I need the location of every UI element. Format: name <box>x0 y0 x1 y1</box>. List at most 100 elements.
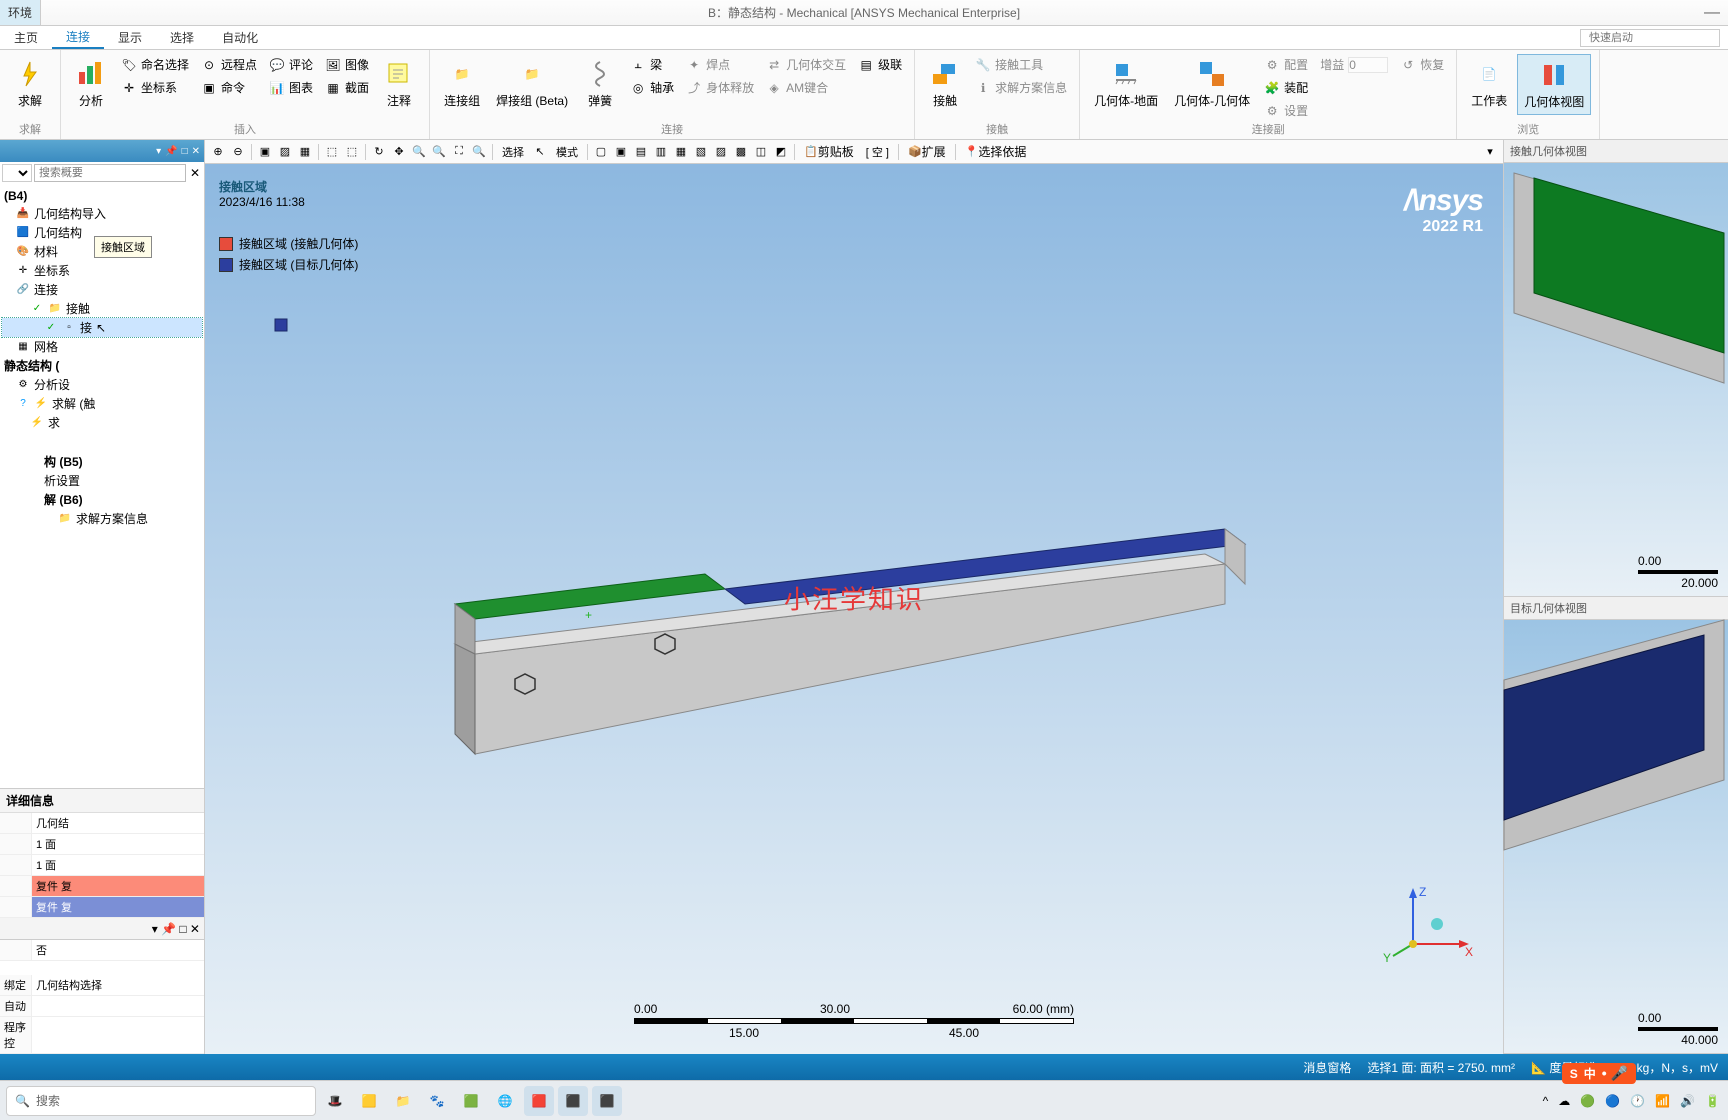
minimize-icon[interactable]: — <box>1704 4 1720 22</box>
section-button[interactable]: ▦截面 <box>321 77 373 98</box>
zoom-icon[interactable]: 🔍 <box>430 143 448 161</box>
task-app[interactable]: 📁 <box>388 1086 418 1116</box>
comment-button[interactable]: 💬评论 <box>265 54 317 75</box>
tree-root[interactable]: (B4) <box>2 188 202 204</box>
analyze-button[interactable]: 分析 <box>69 54 113 113</box>
taskbar-search[interactable]: 🔍搜索 <box>6 1086 316 1116</box>
tray-icon[interactable]: ☁ <box>1558 1094 1570 1108</box>
tool-btn[interactable]: ⊕ <box>209 143 227 161</box>
sel-basis-label[interactable]: 📍 选择依据 <box>960 143 1032 161</box>
tree-mesh[interactable]: ▦网格 <box>2 337 202 356</box>
cmd-button[interactable]: ▣命令 <box>197 77 261 98</box>
box-icon[interactable]: ▢ <box>592 143 610 161</box>
box-icon[interactable]: ▨ <box>712 143 730 161</box>
tray-icon[interactable]: 🔋 <box>1705 1094 1720 1108</box>
tab-connect[interactable]: 连接 <box>52 26 104 49</box>
tool-btn[interactable]: ⊖ <box>229 143 247 161</box>
tab-select[interactable]: 选择 <box>156 26 208 49</box>
outline-tree[interactable]: (B4) 📥几何结构导入 🟦几何结构 🎨材料 ✛坐标系 🔗连接 ✓📁接触 ✓▫接… <box>0 184 204 788</box>
worksheet-button[interactable]: 📄工作表 <box>1465 54 1513 113</box>
box-icon[interactable]: ◫ <box>752 143 770 161</box>
task-sw[interactable]: 🟥 <box>524 1086 554 1116</box>
task-app[interactable]: 🐾 <box>422 1086 452 1116</box>
task-edge[interactable]: 🌐 <box>490 1086 520 1116</box>
tool-btn[interactable]: ⬚ <box>323 143 341 161</box>
rotate-icon[interactable]: ↻ <box>370 143 388 161</box>
box-icon[interactable]: ▤ <box>632 143 650 161</box>
name-sel-button[interactable]: 🏷命名选择 <box>117 54 193 75</box>
search-input[interactable] <box>34 164 186 182</box>
detail-face2[interactable]: 1 面 <box>32 855 204 875</box>
detail-face1[interactable]: 1 面 <box>32 834 204 854</box>
solve-button[interactable]: 求解 <box>8 54 52 113</box>
tree-analysis[interactable]: ⚙分析设 <box>2 375 202 394</box>
cursor-icon[interactable]: ↖ <box>531 143 549 161</box>
annotate-button[interactable]: 注释 <box>377 54 421 113</box>
tray-icon[interactable]: 🔵 <box>1605 1094 1620 1108</box>
search-filter[interactable] <box>2 164 32 182</box>
close-icon[interactable]: ✕ <box>192 146 200 157</box>
beam-button[interactable]: ⫠梁 <box>626 54 678 75</box>
expand-label[interactable]: 📦 扩展 <box>903 143 951 161</box>
status-msg[interactable]: 消息窗格 <box>1303 1059 1351 1076</box>
tree-struct5[interactable]: 构 (B5) <box>2 452 202 471</box>
pin-icon[interactable]: 📌 <box>165 146 177 157</box>
detail-geo-sel[interactable]: 几何结构选择 <box>32 975 204 995</box>
tree-contact[interactable]: ✓📁接触 <box>2 299 202 318</box>
tree-conn[interactable]: 🔗连接 <box>2 280 202 299</box>
tray-icon[interactable]: ^ <box>1543 1094 1549 1108</box>
axis-triad[interactable]: Z X Y <box>1383 884 1473 964</box>
coord-sys-button[interactable]: ✛坐标系 <box>117 77 193 98</box>
weld-group-button[interactable]: 📁焊接组 (Beta) <box>490 54 574 113</box>
tray-icon[interactable]: 🔊 <box>1680 1094 1695 1108</box>
tree-cs[interactable]: ✛坐标系 <box>2 261 202 280</box>
quick-launch-input[interactable] <box>1580 29 1720 47</box>
select-label[interactable]: 选择 <box>497 143 529 161</box>
tree-static[interactable]: 静态结构 ( <box>2 356 202 375</box>
tab-main[interactable]: 主页 <box>0 26 52 49</box>
box-icon[interactable]: ▧ <box>692 143 710 161</box>
tab-show[interactable]: 显示 <box>104 26 156 49</box>
cube-icon[interactable]: ▦ <box>296 143 314 161</box>
tree-geo-import[interactable]: 📥几何结构导入 <box>2 204 202 223</box>
box-icon[interactable]: ◩ <box>772 143 790 161</box>
grade-button[interactable]: ▤级联 <box>854 54 906 75</box>
cube-icon[interactable]: ▣ <box>256 143 274 161</box>
dropdown-icon[interactable]: ▾ 📌 □ ✕ <box>152 922 200 936</box>
task-app[interactable]: 🎩 <box>320 1086 350 1116</box>
tree-sol-info[interactable]: 📁求解方案信息 <box>2 509 202 528</box>
tree-analysis2[interactable]: 析设置 <box>2 471 202 490</box>
contact-view[interactable]: 0.00 20.000 <box>1504 163 1728 596</box>
mode-label[interactable]: 模式 <box>551 143 583 161</box>
image-button[interactable]: 🖼图像 <box>321 54 373 75</box>
zoom-icon[interactable]: 🔍 <box>470 143 488 161</box>
ground-button[interactable]: 几何体-地面 <box>1088 54 1164 113</box>
fit-icon[interactable]: ⛶ <box>450 143 468 161</box>
detail-auto-v[interactable] <box>32 996 204 1016</box>
tree-sol6[interactable]: 解 (B6) <box>2 490 202 509</box>
task-mech[interactable]: ⬛ <box>592 1086 622 1116</box>
pin-icon[interactable]: ▾ <box>156 146 161 157</box>
detail-no[interactable]: 否 <box>32 940 204 960</box>
contact-button[interactable]: 接触 <box>923 54 967 113</box>
box-icon[interactable]: ▥ <box>652 143 670 161</box>
cube-icon[interactable]: ▨ <box>276 143 294 161</box>
box-icon[interactable]: ▣ <box>612 143 630 161</box>
detail-comp2[interactable]: 复件 复 <box>32 897 204 917</box>
tray-icon[interactable]: 🟢 <box>1580 1094 1595 1108</box>
task-app[interactable]: 🟩 <box>456 1086 486 1116</box>
clear-icon[interactable]: ✕ <box>188 164 202 182</box>
tab-auto[interactable]: 自动化 <box>208 26 272 49</box>
maximize-icon[interactable]: □ <box>182 146 188 157</box>
remote-button[interactable]: ⊙远程点 <box>197 54 261 75</box>
tray-icon[interactable]: 📶 <box>1655 1094 1670 1108</box>
detail-geo[interactable]: 几何结 <box>32 813 204 833</box>
tool-btn[interactable]: ⬚ <box>343 143 361 161</box>
tree-contact-item[interactable]: ✓▫接↖ <box>2 318 202 337</box>
pan-icon[interactable]: ✥ <box>390 143 408 161</box>
box-icon[interactable]: ▩ <box>732 143 750 161</box>
zoom-icon[interactable]: 🔍 <box>410 143 428 161</box>
chart-button[interactable]: 📊图表 <box>265 77 317 98</box>
task-app[interactable]: 🟨 <box>354 1086 384 1116</box>
ime-badge[interactable]: S 中 • 🎤 <box>1562 1063 1636 1084</box>
